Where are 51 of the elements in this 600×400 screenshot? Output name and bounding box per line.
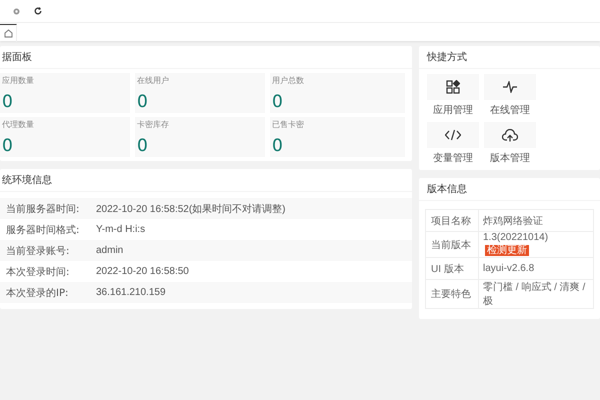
stat-value: 0 <box>137 93 149 111</box>
info-label: 服务器时间格式: <box>5 224 80 236</box>
info-value: 2022-10-20 16:58:52(如果时间不对请调整) <box>96 202 286 216</box>
table-cell: 零门槛 / 响应式 / 清爽 / 极 <box>478 280 594 308</box>
shortcut-label[interactable]: 应用管理 <box>433 103 473 117</box>
shortcut-tile[interactable] <box>427 122 479 148</box>
info-label: 本次登录时间: <box>5 266 70 278</box>
table-cell: 主要特色 <box>426 280 478 308</box>
update-badge[interactable]: 检测更新 <box>485 245 529 256</box>
stat-label: 代理数量 <box>2 120 35 130</box>
code-icon <box>445 129 461 141</box>
info-label: 当前服务器时间: <box>5 202 80 216</box>
shortcut-label[interactable]: 版本管理 <box>490 151 530 165</box>
shortcut-tile[interactable] <box>484 74 536 100</box>
refresh-icon[interactable] <box>34 7 42 15</box>
info-value: Y-m-d H:i:s <box>96 224 146 235</box>
table-cell: layui-v2.6.8 <box>478 258 594 280</box>
info-value: 2022-10-20 16:58:50 <box>96 266 189 277</box>
table-cell: 项目名称 <box>426 210 478 232</box>
shortcut-label[interactable]: 在线管理 <box>490 103 530 117</box>
info-label: 本次登录的IP: <box>5 286 70 300</box>
shortcut-tile[interactable] <box>427 74 479 100</box>
stat-label: 应用数量 <box>2 75 35 86</box>
stat-value: 0 <box>272 93 284 111</box>
stat-label: 已售卡密 <box>272 119 305 130</box>
stat-value: 0 <box>137 137 149 155</box>
settings-icon[interactable] <box>13 8 20 14</box>
info-label: 当前登录账号: <box>5 244 70 258</box>
stat-value: 0 <box>2 137 14 155</box>
home-icon <box>4 29 12 38</box>
table-cell: UI 版本 <box>426 258 478 280</box>
stat-value: 0 <box>272 137 284 155</box>
apps-grid-icon <box>446 80 460 94</box>
stat-value: 0 <box>2 93 14 111</box>
info-value: admin <box>96 245 124 256</box>
info-value: 36.161.210.159 <box>96 287 166 298</box>
table-cell: 1.3(20221014) 检测更新 <box>478 232 594 258</box>
stat-label: 在线用户 <box>137 75 170 86</box>
card-title: 快捷方式 <box>427 50 467 64</box>
stat-label: 用户总数 <box>272 75 305 86</box>
cloud-upload-icon <box>502 128 518 142</box>
table-cell: 炸鸡网络验证 <box>478 210 594 232</box>
pulse-icon <box>503 81 517 93</box>
shortcut-label[interactable]: 变量管理 <box>433 151 473 165</box>
card-title: 统环境信息 <box>2 174 52 187</box>
table-cell: 当前版本 <box>426 232 478 258</box>
shortcut-tile[interactable] <box>484 122 536 148</box>
home-tab[interactable] <box>0 24 17 42</box>
stat-label: 卡密库存 <box>137 119 170 130</box>
card-title: 据面板 <box>2 50 32 64</box>
card-title: 版本信息 <box>427 182 467 196</box>
